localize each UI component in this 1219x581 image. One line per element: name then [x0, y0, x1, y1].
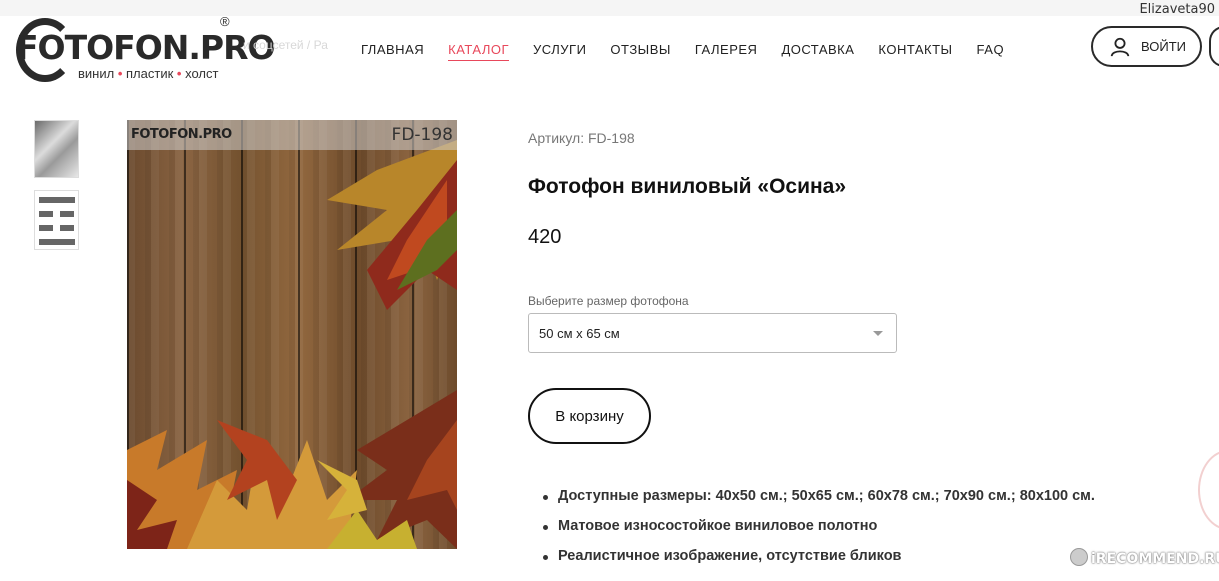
logo-registered-mark: ® [220, 14, 230, 29]
main-nav: ГЛАВНАЯ КАТАЛОГ УСЛУГИ ОТЗЫВЫ ГАЛЕРЕЯ ДО… [361, 42, 1028, 61]
logo-tagline: винил • пластик • холст [78, 66, 218, 81]
watermark-text: iRECOMMEND.RU [1091, 551, 1219, 567]
leaf-top-right [327, 140, 457, 310]
thumbnail-detail [39, 211, 53, 217]
breadcrumb-behind-logo: и соцсетей / Ра [243, 38, 328, 52]
watermark: iRECOMMEND.RU [1070, 548, 1219, 567]
nav-item-home[interactable]: ГЛАВНАЯ [361, 42, 424, 61]
thumbnail-detail [39, 225, 53, 231]
logo-wordmark: FOTOFON.PRO [16, 28, 276, 67]
login-button[interactable]: ВОЙТИ [1091, 26, 1202, 67]
floating-widget-edge[interactable] [1198, 450, 1219, 530]
product-price: 420 [528, 226, 562, 248]
product-title: Фотофон виниловый «Осина» [528, 175, 847, 198]
logo-tagline-1: винил [78, 66, 115, 81]
logo-tagline-2: пластик [126, 66, 174, 81]
nav-item-gallery[interactable]: ГАЛЕРЕЯ [695, 42, 758, 61]
add-to-cart-button[interactable]: В корзину [528, 388, 651, 444]
image-product-code: FD-198 [391, 125, 453, 145]
product-thumbnail-roll[interactable] [34, 120, 79, 178]
thumbnail-detail [60, 211, 74, 217]
nav-item-catalog[interactable]: КАТАЛОГ [448, 42, 510, 61]
autumn-leaves-art [127, 140, 457, 549]
nav-item-reviews[interactable]: ОТЗЫВЫ [610, 42, 670, 61]
login-label: ВОЙТИ [1141, 39, 1186, 54]
watermark-icon [1070, 548, 1088, 566]
list-item: Доступные размеры: 40х50 см.; 50х65 см.;… [543, 488, 1095, 504]
nav-item-faq[interactable]: FAQ [977, 42, 1005, 61]
size-select-value: 50 см х 65 см [539, 326, 620, 341]
user-icon [1110, 37, 1130, 56]
nav-item-contacts[interactable]: КОНТАКТЫ [878, 42, 952, 61]
username[interactable]: Elizaveta90 [1139, 2, 1215, 17]
thumbnail-detail [39, 239, 75, 245]
nav-item-delivery[interactable]: ДОСТАВКА [781, 42, 854, 61]
leaf-bottom-left [127, 420, 357, 549]
size-select-label: Выберите размер фотофона [528, 294, 689, 308]
product-article: Артикул: FD-198 [528, 130, 635, 146]
logo-tagline-3: холст [185, 66, 219, 81]
image-logo: FOTOFON.PRO [131, 127, 232, 142]
nav-item-services[interactable]: УСЛУГИ [533, 42, 586, 61]
logo-dot: • [117, 66, 123, 81]
thumbnail-detail [39, 197, 75, 203]
product-thumbnail-info[interactable] [34, 190, 79, 250]
chevron-down-icon [873, 331, 883, 336]
logo-dot: • [176, 66, 182, 81]
product-main-image[interactable]: FOTOFON.PRO FD-198 [127, 120, 457, 549]
thumbnail-detail [60, 225, 74, 231]
cart-header-button[interactable] [1209, 26, 1219, 67]
size-select[interactable]: 50 см х 65 см [528, 313, 897, 353]
feature-list: Доступные размеры: 40х50 см.; 50х65 см.;… [543, 488, 1095, 578]
list-item: Реалистичное изображение, отсутствие бли… [543, 548, 1095, 564]
list-item: Матовое износостойкое виниловое полотно [543, 518, 1095, 534]
site-logo[interactable]: FOTOFON.PRO ® винил • пластик • холст [16, 14, 276, 86]
